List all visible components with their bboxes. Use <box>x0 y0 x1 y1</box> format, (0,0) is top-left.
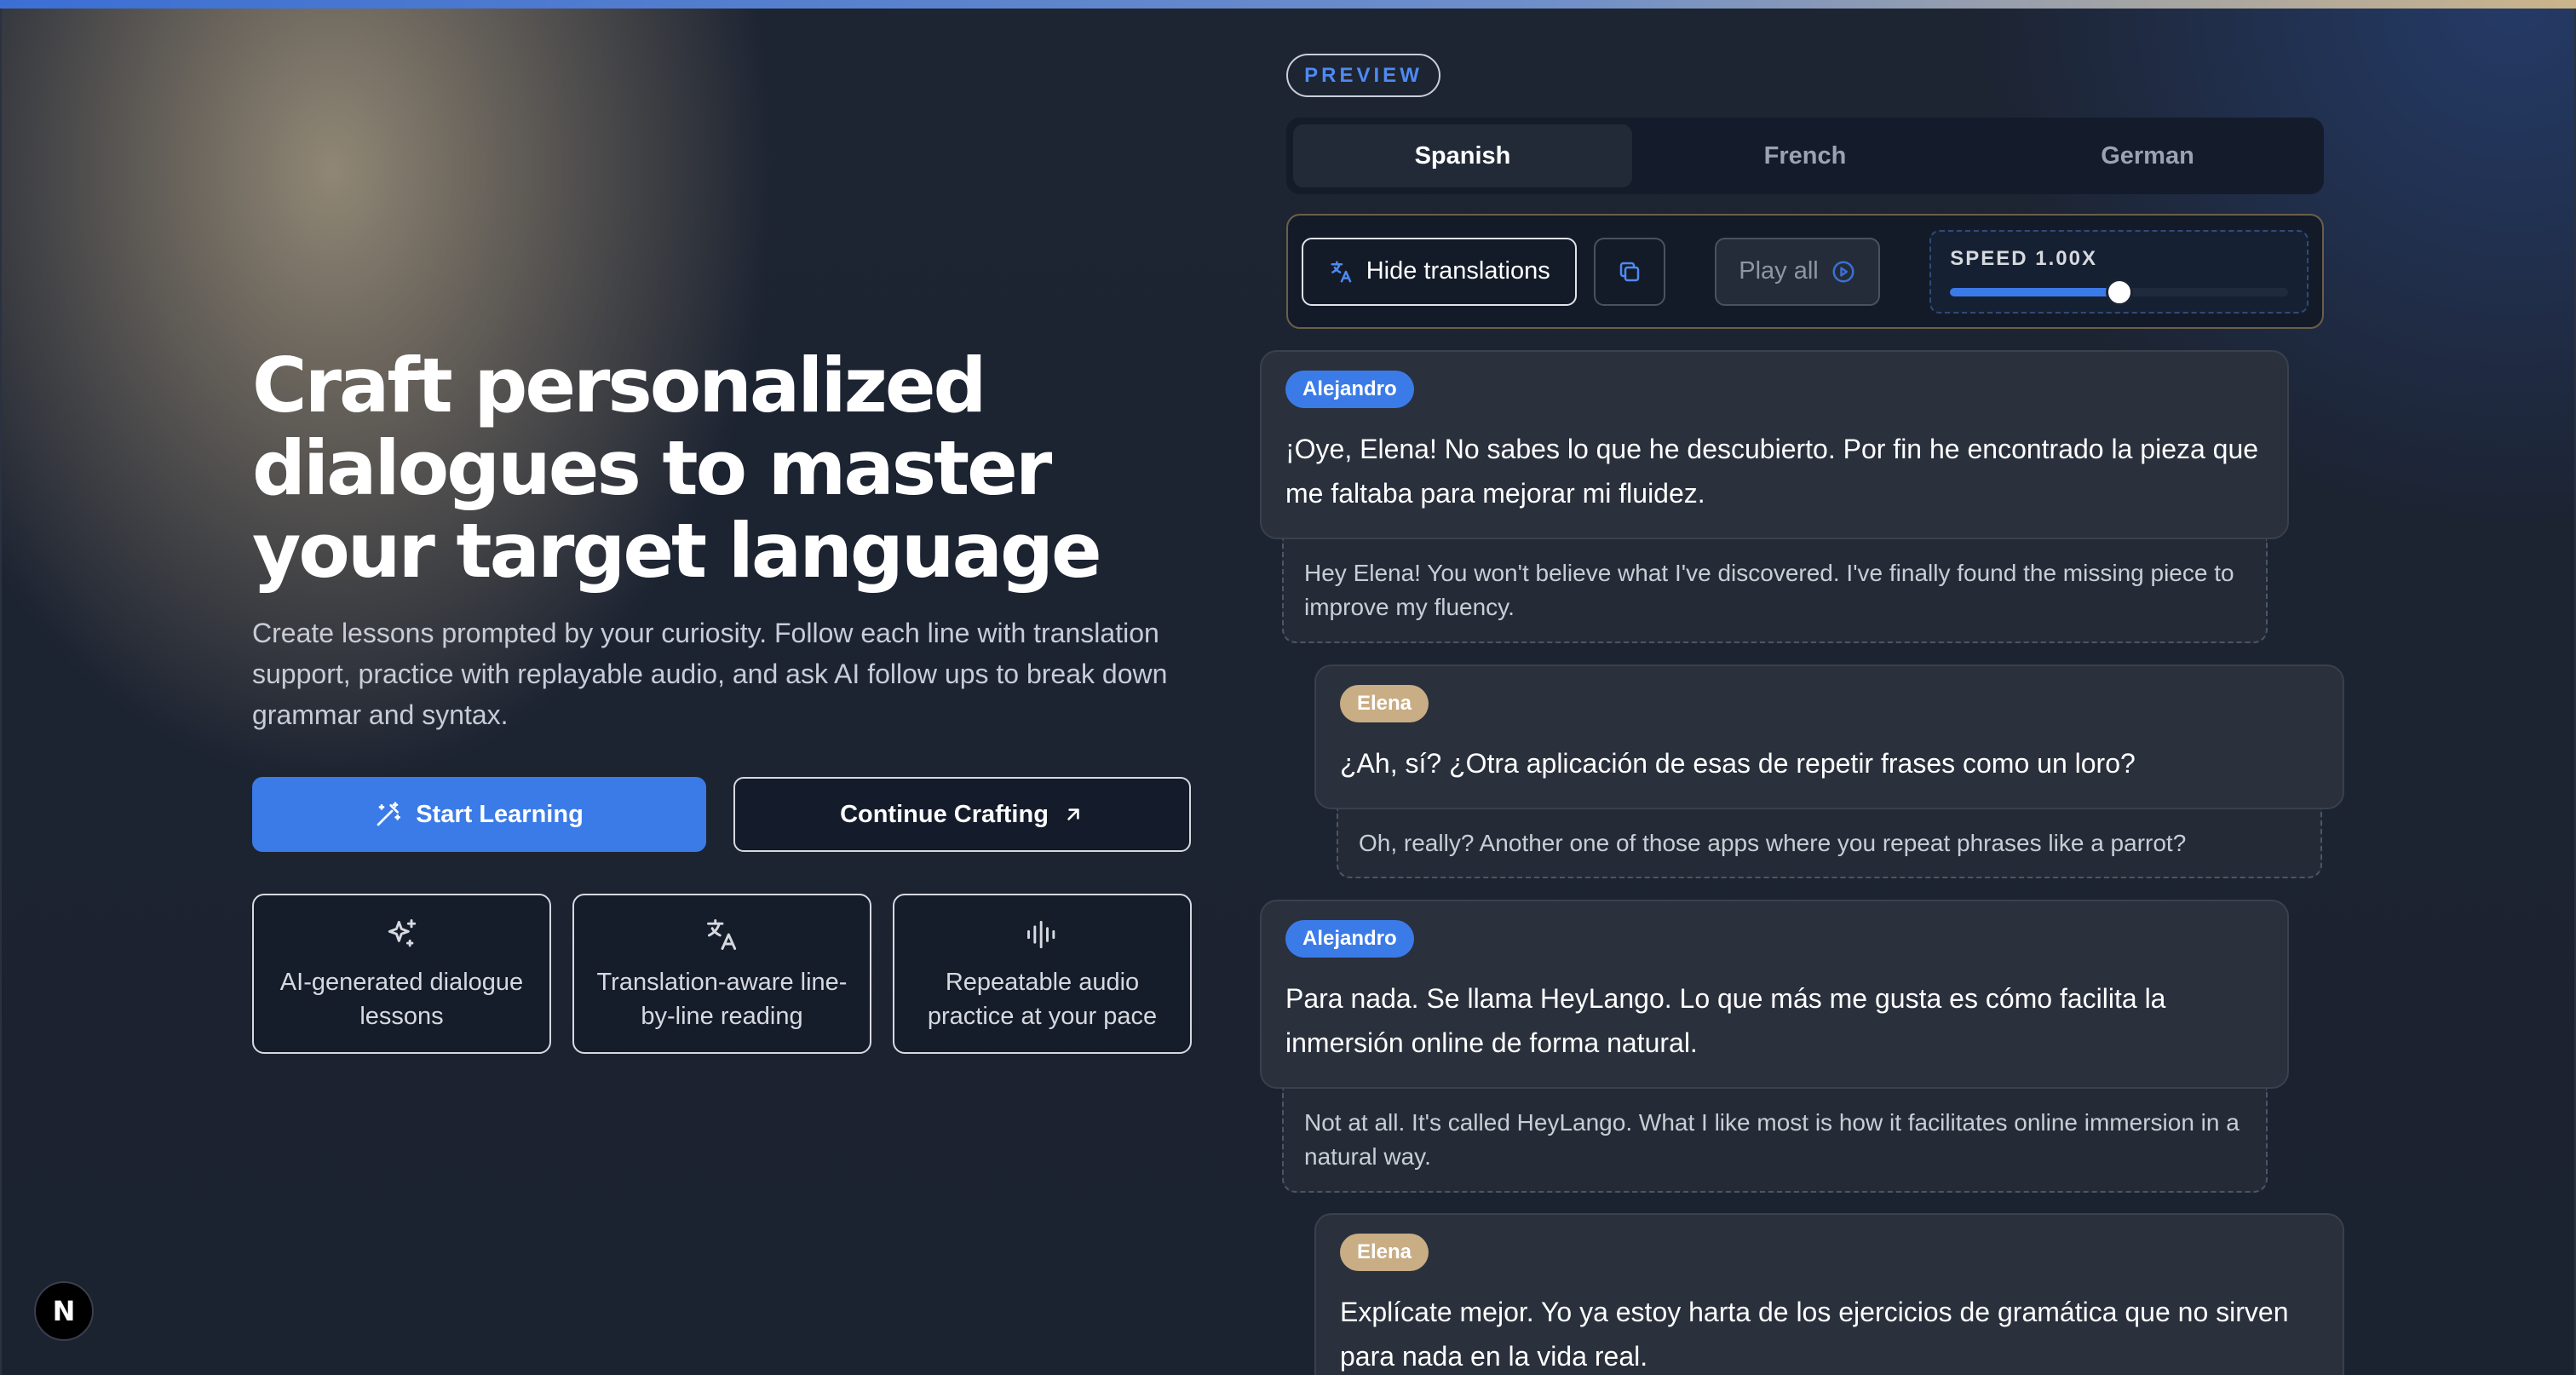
hero-title: Craft personalized dialogues to master y… <box>252 342 1102 595</box>
translation-box: Not at all. It's called HeyLango. What I… <box>1282 1089 2268 1193</box>
speed-slider-handle[interactable] <box>2105 278 2133 306</box>
dialogue-line[interactable]: Elena ¿Ah, sí? ¿Otra aplicación de esas … <box>1314 664 2344 809</box>
dialogue-line[interactable]: Alejandro ¡Oye, Elena! No sabes lo que h… <box>1260 350 2289 539</box>
speaker-chip: Elena <box>1340 685 1429 722</box>
feature-label: AI-generated dialogue lessons <box>279 969 524 1030</box>
feature-card-audio: Repeatable audio practice at your pace <box>893 894 1192 1054</box>
dialogue-text: Explícate mejor. Yo ya estoy harta de lo… <box>1340 1297 2289 1372</box>
play-circle-icon <box>1832 261 1854 282</box>
speaker-chip: Elena <box>1340 1234 1429 1271</box>
arrow-up-right-icon <box>1067 808 1079 820</box>
hero-description: Create lessons prompted by your curiosit… <box>252 618 1168 730</box>
feature-label: Translation-aware line-by-line reading <box>596 969 848 1030</box>
audio-waveform-icon <box>1026 920 1055 949</box>
hide-translations-label: Hide translations <box>1366 257 1550 285</box>
dialogue-text: ¿Ah, sí? ¿Otra aplicación de esas de rep… <box>1340 748 2136 779</box>
translate-icon <box>706 919 736 950</box>
language-tabs: Spanish French German <box>1286 118 2324 194</box>
translate-icon <box>1331 261 1351 282</box>
feature-card-translation: Translation-aware line-by-line reading <box>572 894 871 1054</box>
cta-row: Start Learning Continue Crafting <box>252 777 1191 852</box>
speed-slider-track[interactable] <box>1950 278 2288 306</box>
sparkles-icon <box>388 919 416 947</box>
speed-slider-fill <box>1950 287 2119 296</box>
start-learning-button[interactable]: Start Learning <box>252 777 706 852</box>
continue-crafting-label: Continue Crafting <box>840 800 1049 828</box>
hide-translations-button[interactable]: Hide translations <box>1302 237 1578 306</box>
speaker-chip: Alejandro <box>1285 920 1414 958</box>
playback-toolbar: Hide translations Play all SPEED 1.00X <box>1286 214 2324 329</box>
dialogue-text: Para nada. Se llama HeyLango. Lo que más… <box>1285 983 2166 1058</box>
hero-section: Craft personalized dialogues to master y… <box>252 344 1198 735</box>
speed-control: SPEED 1.00X <box>1929 229 2309 314</box>
preview-badge: PREVIEW <box>1286 54 1440 97</box>
tab-french[interactable]: French <box>1636 124 1975 187</box>
play-all-button[interactable]: Play all <box>1714 237 1881 306</box>
top-accent-bar <box>0 0 2576 9</box>
dialogue-line[interactable]: Elena Explícate mejor. Yo ya estoy harta… <box>1314 1213 2344 1375</box>
copy-icon <box>1619 262 1640 281</box>
tab-spanish[interactable]: Spanish <box>1293 124 1632 187</box>
translation-box: Oh, really? Another one of those apps wh… <box>1337 809 2322 878</box>
speaker-chip: Alejandro <box>1285 371 1414 408</box>
start-learning-label: Start Learning <box>416 800 584 828</box>
dialogue-line[interactable]: Alejandro Para nada. Se llama HeyLango. … <box>1260 900 2289 1089</box>
copy-button[interactable] <box>1594 237 1665 306</box>
magic-wand-icon <box>377 802 401 826</box>
play-all-label: Play all <box>1739 257 1819 285</box>
feature-card-ai-dialogues: AI-generated dialogue lessons <box>252 894 551 1054</box>
dev-tools-badge[interactable]: N <box>34 1281 94 1341</box>
feature-cards: AI-generated dialogue lessons Translatio… <box>252 894 1192 1054</box>
translation-box: Hey Elena! You won't believe what I've d… <box>1282 539 2268 643</box>
continue-crafting-button[interactable]: Continue Crafting <box>733 777 1191 852</box>
dialogue-text: ¡Oye, Elena! No sabes lo que he descubie… <box>1285 434 2259 509</box>
tab-german[interactable]: German <box>1978 124 2317 187</box>
speed-label: SPEED 1.00X <box>1950 246 2097 270</box>
feature-label: Repeatable audio practice at your pace <box>927 969 1158 1030</box>
